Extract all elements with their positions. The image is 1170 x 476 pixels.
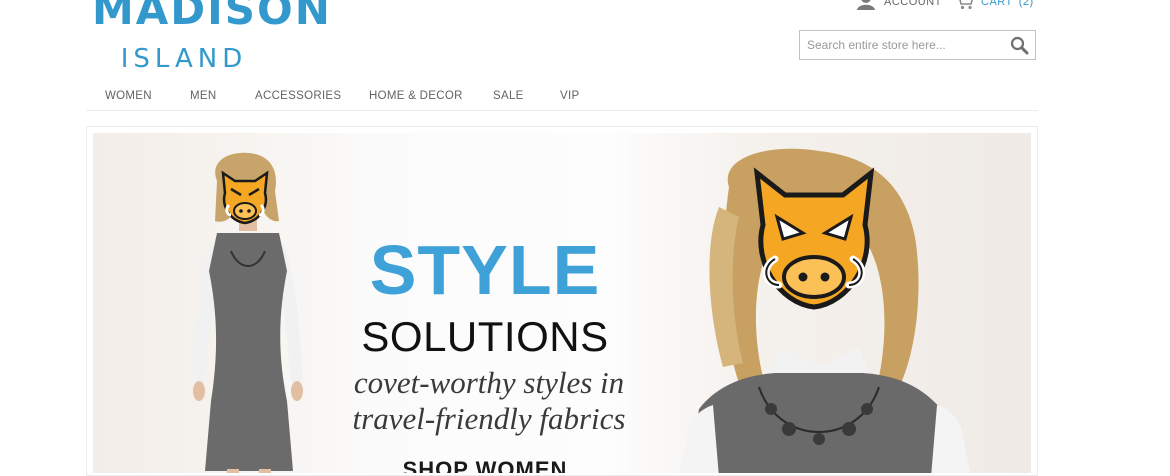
nav-item-home-decor[interactable]: HOME & DECOR (369, 90, 463, 102)
logo-sub-text: ISLAND (120, 44, 248, 74)
banner-headline: STYLE (369, 231, 601, 309)
person-icon (857, 0, 875, 10)
search-input[interactable] (800, 31, 1005, 59)
mascot-head-icon (221, 170, 269, 225)
banner-subhead: SOLUTIONS (361, 313, 609, 360)
mascot-head-large-icon (753, 167, 875, 310)
nav-item-sale[interactable]: SALE (493, 90, 524, 102)
cart-link[interactable]: CART (2) (955, 0, 1034, 10)
cart-count: (2) (1018, 0, 1034, 8)
cart-label: CART (981, 0, 1013, 8)
account-link[interactable]: ACCOUNT (856, 0, 942, 10)
nav-item-vip[interactable]: VIP (560, 90, 579, 102)
nav-item-accessories[interactable]: ACCESSORIES (255, 90, 341, 102)
hero-banner[interactable]: STYLE SOLUTIONS covet-worthy styles in t… (93, 133, 1031, 473)
banner-tagline-line2: travel-friendly fabrics (352, 401, 626, 436)
shop-women-link[interactable]: SHOP WOMEN (323, 457, 647, 473)
hero-slider[interactable]: STYLE SOLUTIONS covet-worthy styles in t… (86, 126, 1038, 476)
cart-icon (959, 0, 973, 10)
nav-item-men[interactable]: MEN (190, 90, 216, 102)
store-logo[interactable]: MADISON ISLAND (92, 0, 332, 74)
banner-tagline-line1: covet-worthy styles in (353, 365, 625, 400)
magnifier-icon (1010, 36, 1029, 55)
main-nav: WOMEN MEN ACCESSORIES HOME & DECOR SALE … (86, 84, 1038, 111)
account-label: ACCOUNT (884, 0, 942, 8)
banner-tagline: covet-worthy styles in travel-friendly f… (311, 365, 667, 437)
search-box (799, 30, 1036, 60)
logo-main-text: MADISON (92, 0, 332, 34)
nav-item-women[interactable]: WOMEN (105, 90, 152, 102)
search-button[interactable] (1009, 35, 1031, 57)
